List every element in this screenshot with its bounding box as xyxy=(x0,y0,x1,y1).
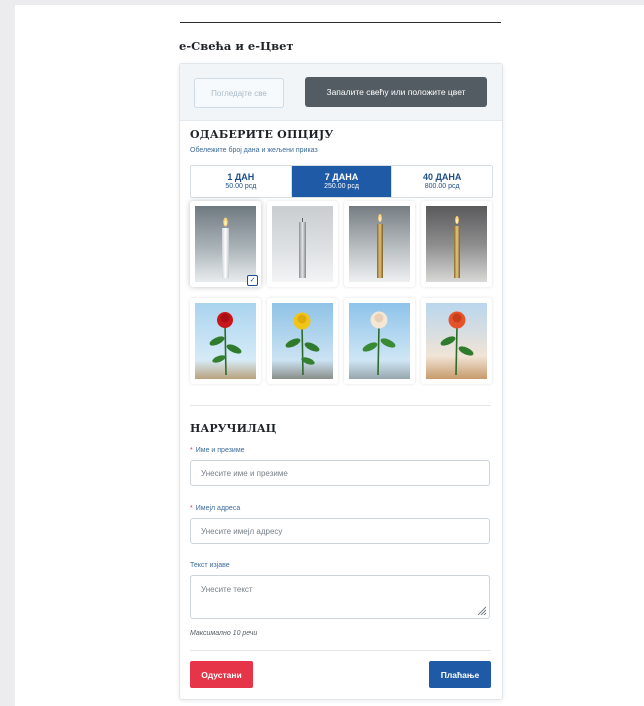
top-divider xyxy=(180,22,501,23)
cancel-button[interactable]: Одустани xyxy=(190,661,253,688)
option-gold-candle-dark[interactable] xyxy=(421,201,492,287)
pay-button[interactable]: Плаћање xyxy=(429,661,491,688)
tab-price: 50.00 рсд xyxy=(225,183,257,190)
duration-tabs: 1 ДАН 50.00 рсд 7 ДАНА 250.00 рсд 40 ДАН… xyxy=(190,165,493,198)
red-rose-image xyxy=(195,303,256,379)
tab-40-days[interactable]: 40 ДАНА 800.00 рсд xyxy=(392,166,492,197)
message-placeholder: Унесите текст xyxy=(201,585,253,594)
option-red-rose[interactable] xyxy=(190,298,261,384)
silver-candle-image xyxy=(272,206,333,282)
name-input[interactable]: Унесите име и презиме xyxy=(190,460,490,486)
email-input[interactable]: Унесите имејл адресу xyxy=(190,518,490,544)
light-candle-button[interactable]: Запалите свећу или положите цвет xyxy=(305,77,487,107)
message-textarea[interactable]: Унесите текст xyxy=(190,575,490,619)
tab-days: 1 ДАН xyxy=(227,172,255,182)
option-orange-rose[interactable] xyxy=(421,298,492,384)
orderer-title: НАРУЧИЛАЦ xyxy=(190,422,277,435)
white-rose-image xyxy=(349,303,410,379)
tab-price: 250.00 рсд xyxy=(324,183,359,190)
name-label-text: Име и презиме xyxy=(195,447,245,454)
option-yellow-rose[interactable] xyxy=(267,298,338,384)
gold-candle-dark-image xyxy=(426,206,487,282)
tab-days: 7 ДАНА xyxy=(324,172,359,182)
orange-rose-image xyxy=(426,303,487,379)
option-grid: ✓ xyxy=(190,201,492,387)
tab-7-days[interactable]: 7 ДАНА 250.00 рсд xyxy=(291,166,393,197)
option-white-rose[interactable] xyxy=(344,298,415,384)
tab-days: 40 ДАНА xyxy=(422,172,462,182)
required-mark: * xyxy=(190,505,193,512)
yellow-rose-image xyxy=(272,303,333,379)
order-card: Погледајте све Запалите свећу или положи… xyxy=(179,63,503,700)
card-header: Погледајте све Запалите свећу или положи… xyxy=(180,64,502,121)
option-white-candle[interactable]: ✓ xyxy=(190,201,261,287)
gold-candle-image xyxy=(349,206,410,282)
options-subtitle: Обележите број дана и жељени приказ xyxy=(190,147,318,154)
option-silver-candle[interactable] xyxy=(267,201,338,287)
tab-price: 800.00 рсд xyxy=(424,183,460,190)
section-title: е-Свећа и е-Цвет xyxy=(179,39,294,53)
option-gold-candle[interactable] xyxy=(344,201,415,287)
view-all-button[interactable]: Погледајте све xyxy=(194,78,284,108)
tab-1-day[interactable]: 1 ДАН 50.00 рсд xyxy=(191,166,292,197)
white-candle-image xyxy=(195,206,256,282)
email-label-text: Имејл адреса xyxy=(195,505,241,512)
section-divider xyxy=(190,405,491,406)
required-mark: * xyxy=(190,447,193,454)
name-label: * Име и презиме xyxy=(190,447,245,454)
options-title: ОДАБЕРИТЕ ОПЦИЈУ xyxy=(190,128,334,141)
selected-check-icon: ✓ xyxy=(247,275,258,286)
footer-divider xyxy=(190,650,491,651)
word-limit-note: Максимално 10 речи xyxy=(190,630,258,637)
resize-grip-icon[interactable] xyxy=(476,605,486,615)
message-label: Текст изјаве xyxy=(190,562,230,569)
email-label: * Имејл адреса xyxy=(190,505,240,512)
